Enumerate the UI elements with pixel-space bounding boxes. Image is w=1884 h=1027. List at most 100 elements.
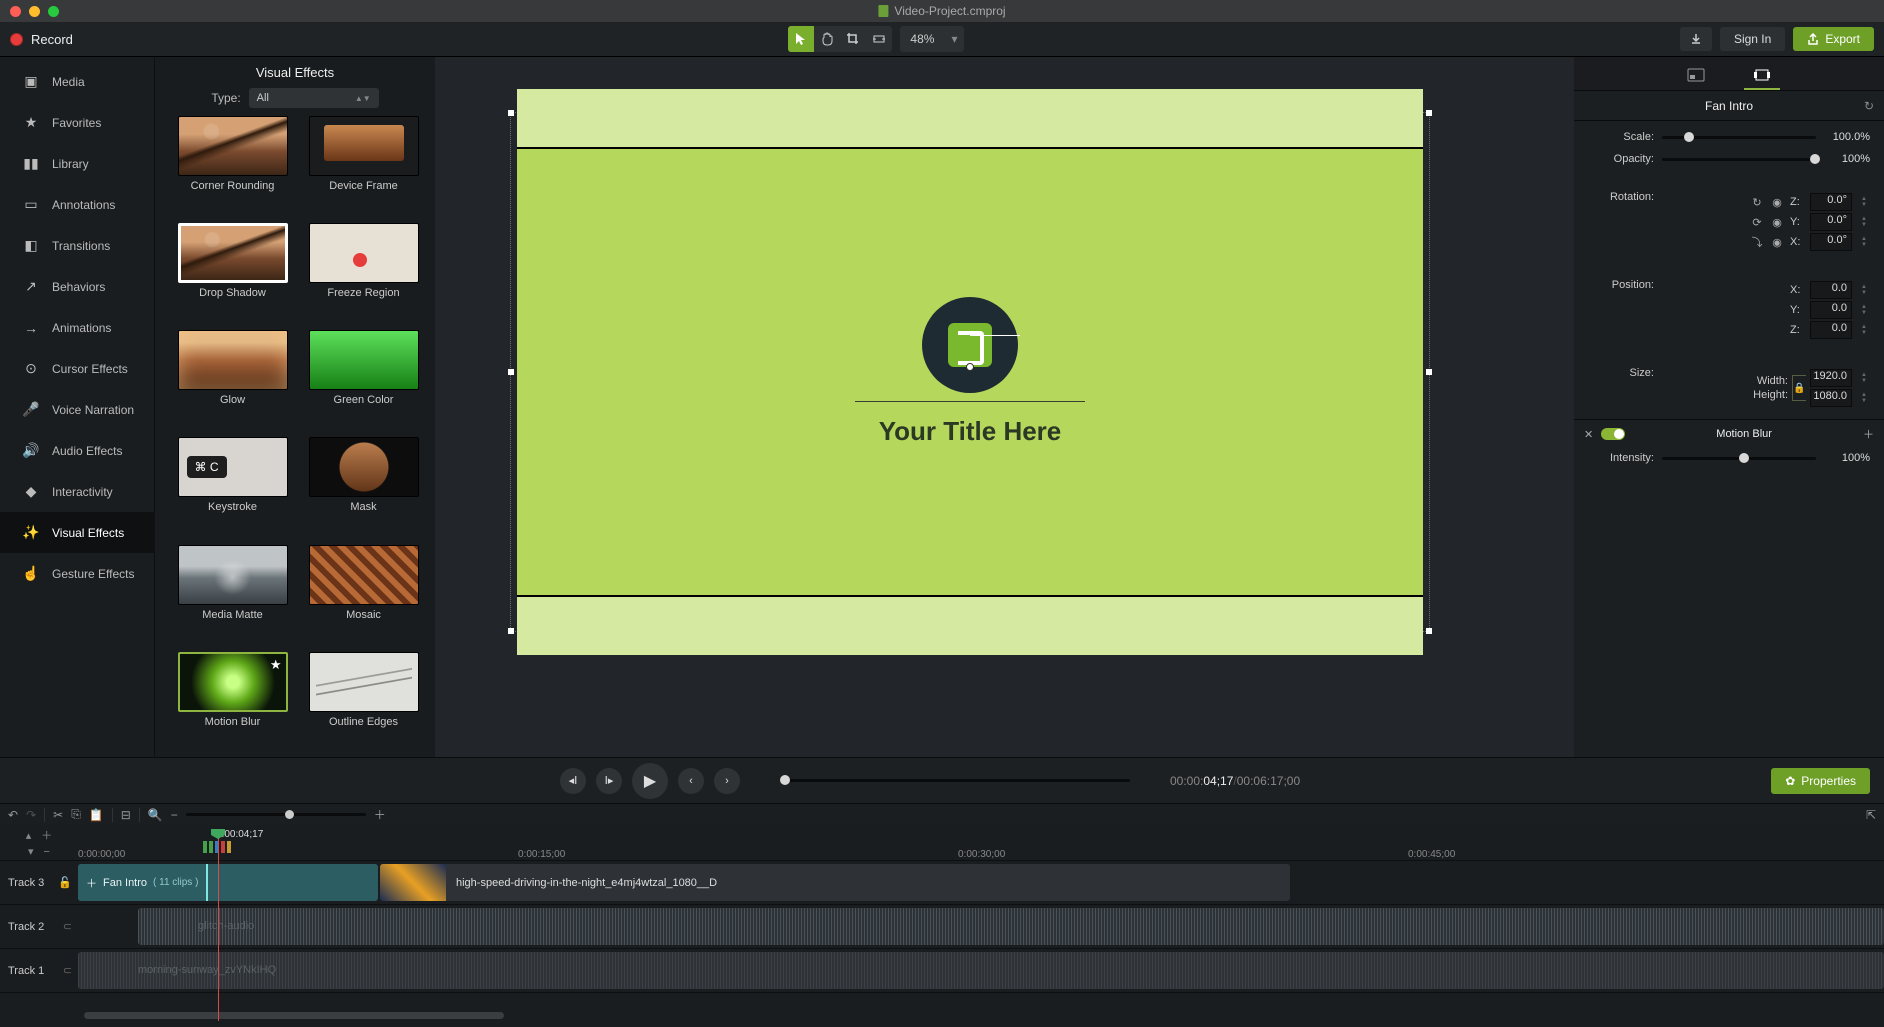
resize-handle[interactable]: [508, 369, 514, 375]
effect-type-select[interactable]: All▲▼: [249, 88, 379, 108]
sidebar-item-media[interactable]: ▣Media: [0, 61, 154, 102]
resize-handle[interactable]: [508, 628, 514, 634]
video-clip[interactable]: high-speed-driving-in-the-night_e4mj4wtz…: [380, 864, 1290, 901]
height-input[interactable]: 1080.0: [1810, 389, 1852, 407]
close-window-button[interactable]: [10, 6, 21, 17]
width-stepper[interactable]: ▲▼: [1858, 370, 1870, 386]
collapse-down-icon[interactable]: ▾: [28, 845, 34, 858]
add-track-button[interactable]: ＋: [41, 827, 52, 843]
sidebar-item-visual-effects[interactable]: ✨Visual Effects: [0, 512, 154, 553]
position-z-input[interactable]: 0.0: [1810, 321, 1852, 339]
split-button[interactable]: ⊟: [121, 808, 131, 822]
redo-button[interactable]: ↷: [26, 808, 36, 822]
rotation-dial-icon[interactable]: ◉: [1770, 195, 1784, 209]
export-button[interactable]: Export: [1793, 27, 1874, 51]
resize-handle[interactable]: [508, 110, 514, 116]
crop-tool[interactable]: [840, 26, 866, 52]
download-button[interactable]: [1680, 27, 1712, 51]
scale-slider[interactable]: [1662, 136, 1816, 139]
link-icon[interactable]: ⊂: [63, 964, 72, 977]
scrubber[interactable]: [780, 779, 1130, 782]
prev-marker-button[interactable]: ‹: [678, 768, 704, 794]
lock-aspect-button[interactable]: 🔒: [1792, 375, 1806, 401]
sidebar-item-interactivity[interactable]: ◆Interactivity: [0, 471, 154, 512]
sidebar-item-gesture-effects[interactable]: ☝Gesture Effects: [0, 553, 154, 594]
selection-bounds[interactable]: Your Title Here: [510, 112, 1430, 632]
sidebar-item-animations[interactable]: →Animations: [0, 307, 154, 348]
remove-effect-button[interactable]: ✕: [1584, 428, 1593, 441]
effect-item-green-color[interactable]: Green Color: [304, 330, 423, 427]
opacity-slider[interactable]: [1662, 158, 1816, 161]
effect-item-mosaic[interactable]: Mosaic: [304, 545, 423, 642]
position-y-input[interactable]: 0.0: [1810, 301, 1852, 319]
effect-item-corner-rounding[interactable]: Corner Rounding: [173, 116, 292, 213]
cut-button[interactable]: ✂: [53, 808, 63, 822]
pan-tool[interactable]: [814, 26, 840, 52]
paste-button[interactable]: 📋: [89, 808, 104, 822]
clip-group[interactable]: ＋ Fan Intro ( 11 clips ): [78, 864, 378, 901]
resize-handle[interactable]: [1426, 628, 1432, 634]
timeline-ruler[interactable]: 0:00:04;17 0:00:00;00 0:00:15;00 0:00:30…: [78, 825, 1884, 861]
undo-button[interactable]: ↶: [8, 808, 18, 822]
properties-tab-visual[interactable]: [1744, 62, 1780, 90]
rotation-z-stepper[interactable]: ▲▼: [1858, 194, 1870, 210]
track-header[interactable]: Track 1 ⊂: [0, 949, 78, 993]
rotation-y-stepper[interactable]: ▲▼: [1858, 214, 1870, 230]
effect-item-motion-blur[interactable]: ★Motion Blur: [173, 652, 292, 749]
resize-handle[interactable]: [1426, 110, 1432, 116]
sidebar-item-library[interactable]: ▮▮Library: [0, 143, 154, 184]
sign-in-button[interactable]: Sign In: [1720, 27, 1785, 51]
properties-button[interactable]: ✿ Properties: [1771, 768, 1870, 794]
next-marker-button[interactable]: ›: [714, 768, 740, 794]
effect-toggle[interactable]: [1601, 428, 1625, 440]
sidebar-item-favorites[interactable]: ★Favorites: [0, 102, 154, 143]
zoom-dropdown[interactable]: ▾: [944, 32, 964, 46]
rotation-y-input[interactable]: 0.0°: [1810, 213, 1852, 231]
expand-icon[interactable]: ＋: [86, 875, 97, 891]
sidebar-item-audio-effects[interactable]: 🔊Audio Effects: [0, 430, 154, 471]
effect-item-freeze-region[interactable]: Freeze Region: [304, 223, 423, 320]
audio-clip[interactable]: morning-sunway_zvYNkIHQ: [78, 952, 1884, 989]
effect-item-outline-edges[interactable]: Outline Edges: [304, 652, 423, 749]
rotation-dial-icon[interactable]: ◉: [1770, 215, 1784, 229]
remove-track-button[interactable]: −: [44, 846, 50, 858]
link-icon[interactable]: ⊂: [63, 920, 72, 933]
play-button[interactable]: ▶: [632, 763, 668, 799]
horizontal-scrollbar[interactable]: [84, 1012, 504, 1019]
track-header[interactable]: Track 2 ⊂: [0, 905, 78, 949]
zoom-in-button[interactable]: ＋: [374, 806, 386, 823]
effect-item-drop-shadow[interactable]: Drop Shadow: [173, 223, 292, 320]
record-button[interactable]: Record: [10, 32, 73, 47]
copy-button[interactable]: ⎘: [71, 807, 81, 822]
track-lane[interactable]: ＋ Fan Intro ( 11 clips ) high-speed-driv…: [78, 861, 1884, 905]
track-header[interactable]: Track 3 🔓: [0, 861, 78, 905]
collapse-up-icon[interactable]: ▴: [26, 829, 32, 842]
rotation-z-input[interactable]: 0.0°: [1810, 193, 1852, 211]
track-lane[interactable]: glitch-audio: [78, 905, 1884, 949]
sidebar-item-transitions[interactable]: ◧Transitions: [0, 225, 154, 266]
width-input[interactable]: 1920.0: [1810, 369, 1852, 387]
reset-button[interactable]: ↻: [1864, 99, 1874, 113]
sidebar-item-annotations[interactable]: ▭Annotations: [0, 184, 154, 225]
position-y-stepper[interactable]: ▲▼: [1858, 302, 1870, 318]
add-effect-button[interactable]: ＋: [1863, 426, 1874, 442]
next-frame-button[interactable]: Ⅰ▸: [596, 768, 622, 794]
prev-frame-button[interactable]: ◂Ⅰ: [560, 768, 586, 794]
position-x-input[interactable]: 0.0: [1810, 281, 1852, 299]
select-tool[interactable]: [788, 26, 814, 52]
sidebar-item-voice-narration[interactable]: 🎤Voice Narration: [0, 389, 154, 430]
audio-clip[interactable]: glitch-audio: [138, 908, 1884, 945]
detach-timeline-button[interactable]: ⇱: [1866, 808, 1876, 822]
zoom-level[interactable]: 48%: [900, 32, 944, 46]
minimize-window-button[interactable]: [29, 6, 40, 17]
effect-item-glow[interactable]: Glow: [173, 330, 292, 427]
rotation-x-stepper[interactable]: ▲▼: [1858, 234, 1870, 250]
track-lane[interactable]: morning-sunway_zvYNkIHQ: [78, 949, 1884, 993]
rotation-dial-icon[interactable]: ◉: [1770, 235, 1784, 249]
effect-item-mask[interactable]: Mask: [304, 437, 423, 534]
zoom-out-button[interactable]: −: [171, 808, 178, 822]
snap-tool[interactable]: [866, 26, 892, 52]
timeline-zoom-slider[interactable]: [186, 813, 366, 816]
position-z-stepper[interactable]: ▲▼: [1858, 322, 1870, 338]
canvas-area[interactable]: Your Title Here: [435, 57, 1574, 757]
